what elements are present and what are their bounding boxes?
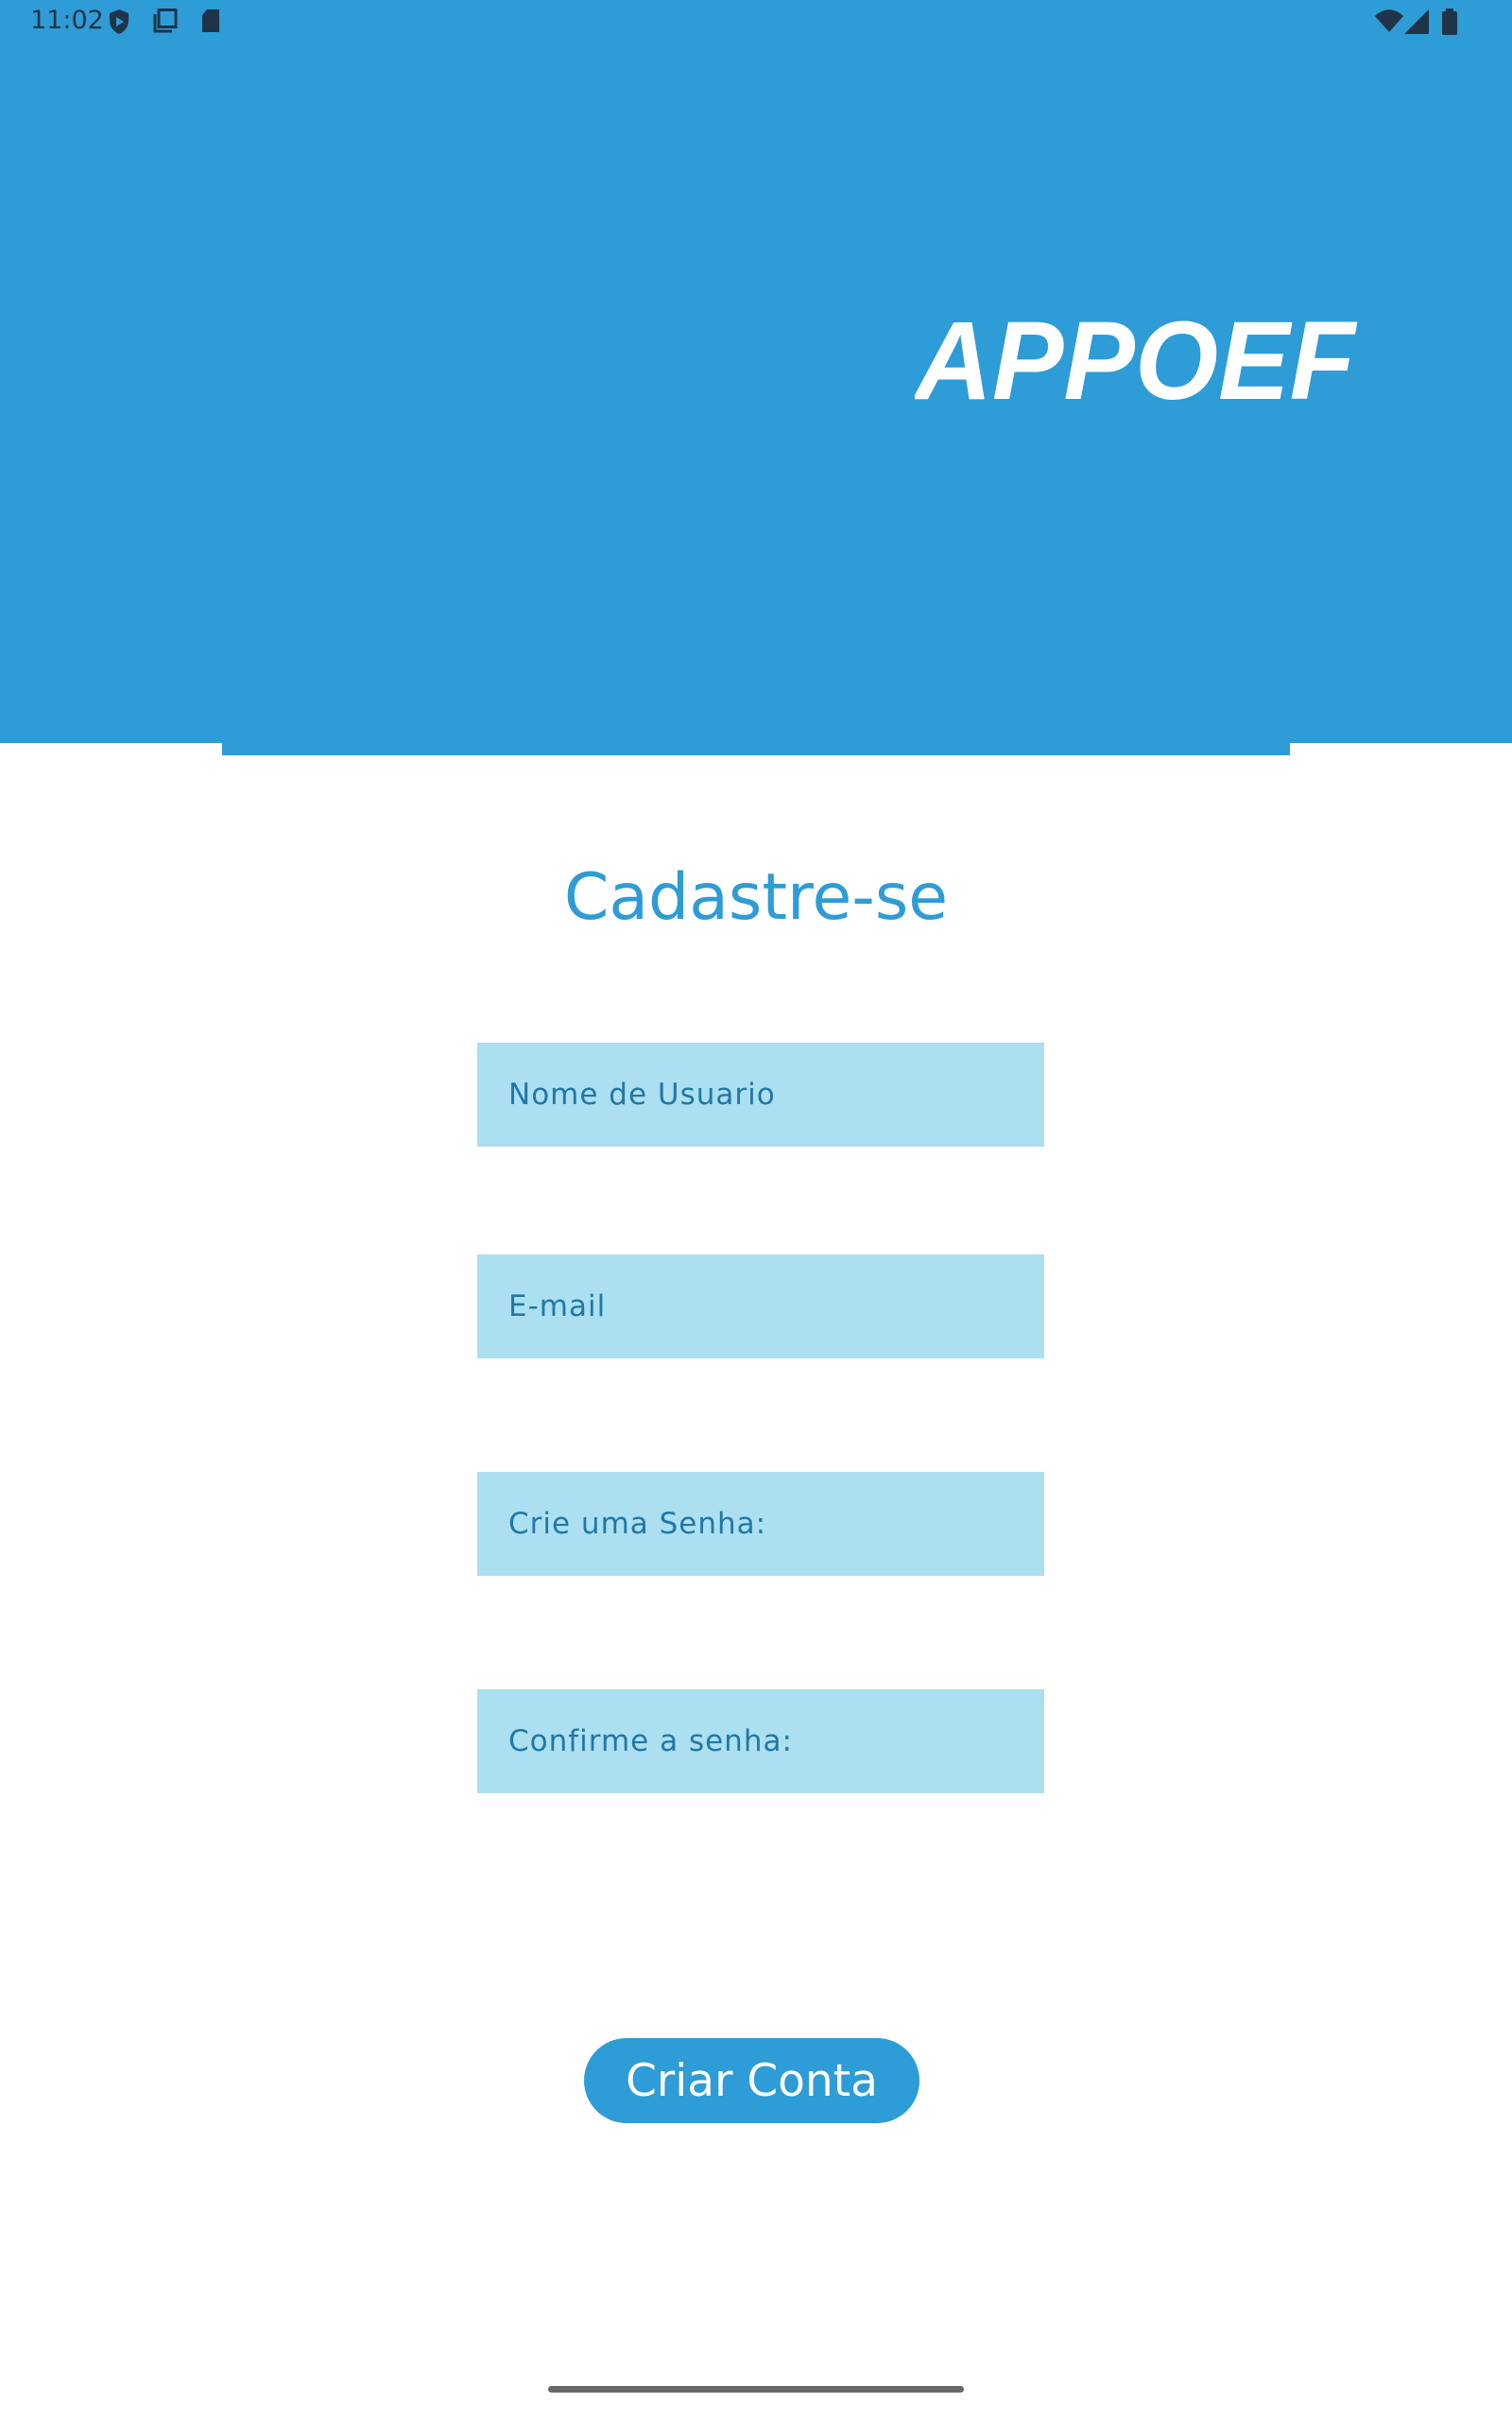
sd-card-icon — [202, 9, 219, 32]
page-title: Cadastre-se — [563, 860, 949, 935]
cellular-signal-icon — [1404, 9, 1429, 34]
screen-share-icon — [153, 9, 178, 33]
logo-text: APPOEF — [915, 314, 1358, 408]
wifi-icon — [1375, 9, 1403, 32]
password-field[interactable] — [477, 1472, 1044, 1576]
navigation-handle[interactable] — [548, 2386, 964, 2393]
username-field[interactable] — [477, 1043, 1044, 1147]
confirm-password-field[interactable] — [477, 1689, 1044, 1793]
appoef-logo: APPOEF — [915, 314, 1358, 408]
shield-play-icon — [110, 9, 129, 34]
email-field[interactable] — [477, 1254, 1044, 1358]
create-account-button[interactable]: Criar Conta — [584, 2038, 919, 2123]
status-bar: 11:02 — [0, 0, 1512, 45]
battery-icon — [1442, 9, 1457, 35]
status-time: 11:02 — [30, 6, 104, 35]
header-bottom-strip — [222, 743, 1290, 755]
